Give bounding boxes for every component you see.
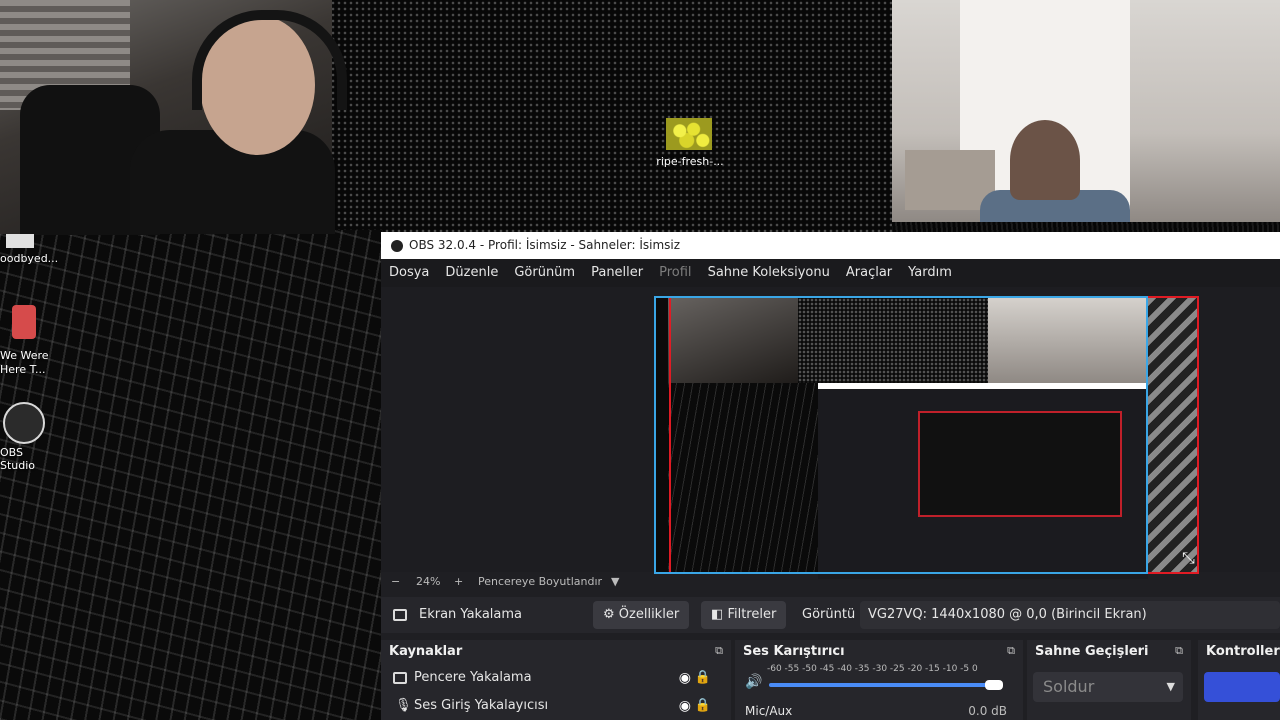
obs-window: OBS 32.0.4 - Profil: İsimsiz - Sahneler:… xyxy=(381,232,1280,720)
undock-icon[interactable]: ⧉ xyxy=(715,644,723,658)
volume-knob[interactable] xyxy=(985,680,1003,690)
undock-icon[interactable]: ⧉ xyxy=(1007,644,1015,658)
dock-title: Ses Karıştırıcı xyxy=(743,644,845,659)
app-icon[interactable] xyxy=(6,234,34,248)
chevron-down-icon: ▼ xyxy=(1166,680,1175,693)
eye-icon[interactable]: ◉ xyxy=(679,664,691,692)
menu-view[interactable]: Görünüm xyxy=(506,259,583,287)
desktop-icon-label[interactable]: We Were Here T... xyxy=(0,349,52,377)
obs-logo-icon xyxy=(391,239,403,252)
undock-icon[interactable]: ⧉ xyxy=(1175,644,1183,658)
display-label: Görüntü xyxy=(802,607,856,622)
menu-file[interactable]: Dosya xyxy=(381,259,437,287)
person-head xyxy=(1010,120,1080,200)
webcam-left xyxy=(0,0,347,235)
channel-level: 0.0 dB xyxy=(968,704,1007,718)
lock-icon[interactable]: 🔒 xyxy=(695,692,711,720)
list-item[interactable]: 🎙 Ses Giriş Yakalayıcısı ◉ 🔒 xyxy=(381,692,731,720)
channel-label: Mic/Aux xyxy=(745,704,793,718)
dock-title: Kaynaklar xyxy=(389,644,463,659)
game-icon[interactable] xyxy=(12,305,36,339)
source-toolbar: Ekran Yakalama ⚙ Özellikler ◧ Filtreler … xyxy=(381,597,1280,633)
zoom-value: 24% xyxy=(416,575,441,588)
properties-label: Özellikler xyxy=(618,607,680,622)
dock-title: Kontroller xyxy=(1206,644,1280,659)
selection-outline xyxy=(654,296,1148,574)
properties-button[interactable]: ⚙ Özellikler xyxy=(593,601,690,629)
zoom-bar: − 24% + Pencereye Boyutlandır ▼ xyxy=(381,573,1280,591)
transition-value: Soldur xyxy=(1043,677,1095,696)
meter-scale: -60 -55 -50 -45 -40 -35 -30 -25 -20 -15 … xyxy=(767,664,978,674)
filter-icon: ◧ xyxy=(711,607,724,622)
desktop-icon-label[interactable]: oodbyed... xyxy=(0,252,60,265)
menu-edit[interactable]: Düzenle xyxy=(437,259,506,287)
microphone-icon: 🎙 xyxy=(395,698,412,713)
start-streaming-button[interactable] xyxy=(1204,672,1280,702)
lock-icon[interactable]: 🔒 xyxy=(695,664,711,692)
display-select[interactable]: VG27VQ: 1440x1080 @ 0,0 (Birincil Ekran) xyxy=(860,601,1280,629)
menu-tools[interactable]: Araçlar xyxy=(838,259,900,287)
gear-icon: ⚙ xyxy=(603,607,615,622)
headset xyxy=(192,10,347,110)
transition-select[interactable]: Soldur ▼ xyxy=(1033,672,1183,702)
menu-profile[interactable]: Profil xyxy=(651,259,699,287)
window-icon xyxy=(393,672,407,684)
wallpaper-texture xyxy=(0,230,382,720)
desktop-icon-label[interactable]: OBS Studio xyxy=(0,446,60,472)
list-item[interactable]: Pencere Yakalama ◉ 🔒 xyxy=(381,664,731,692)
wallpaper-texture xyxy=(330,0,892,232)
source-label: Pencere Yakalama xyxy=(414,670,532,685)
zoom-out-button[interactable]: − xyxy=(391,573,400,591)
eye-icon[interactable]: ◉ xyxy=(679,692,691,720)
menu-scene-collection[interactable]: Sahne Koleksiyonu xyxy=(700,259,838,287)
resize-cursor-icon: ⤡ xyxy=(1182,548,1195,567)
obs-icon[interactable] xyxy=(3,402,45,444)
menu-help[interactable]: Yardım xyxy=(900,259,960,287)
dock-title: Sahne Geçişleri xyxy=(1035,644,1149,659)
scene-transitions-dock: Sahne Geçişleri ⧉ Soldur ▼ xyxy=(1027,640,1191,720)
filters-button[interactable]: ◧ Filtreler xyxy=(701,601,787,629)
source-label: Ses Giriş Yakalayıcısı xyxy=(414,698,549,713)
filters-label: Filtreler xyxy=(727,607,777,622)
monitor-icon xyxy=(393,609,407,621)
controls-dock: Kontroller xyxy=(1198,640,1280,720)
sources-dock: Kaynaklar ⧉ Pencere Yakalama ◉ 🔒 🎙 Ses G… xyxy=(381,640,731,720)
menu-docks[interactable]: Paneller xyxy=(583,259,651,287)
zoom-in-button[interactable]: + xyxy=(454,573,463,591)
window-title: OBS 32.0.4 - Profil: İsimsiz - Sahneler:… xyxy=(409,238,681,252)
fit-to-window-button[interactable]: Pencereye Boyutlandır xyxy=(478,573,602,591)
audio-mixer-dock: Ses Karıştırıcı ⧉ -60 -55 -50 -45 -40 -3… xyxy=(735,640,1023,720)
source-name: Ekran Yakalama xyxy=(419,607,523,622)
image-file-icon[interactable] xyxy=(666,118,712,150)
speaker-icon[interactable]: 🔊 xyxy=(745,674,762,690)
menu-bar: Dosya Düzenle Görünüm Paneller Profil Sa… xyxy=(381,259,1280,287)
desktop-icon-label[interactable]: ripe-fresh-... xyxy=(650,155,730,168)
volume-slider[interactable] xyxy=(769,683,1001,687)
title-bar: OBS 32.0.4 - Profil: İsimsiz - Sahneler:… xyxy=(381,232,1280,259)
chevron-down-icon[interactable]: ▼ xyxy=(611,573,619,591)
